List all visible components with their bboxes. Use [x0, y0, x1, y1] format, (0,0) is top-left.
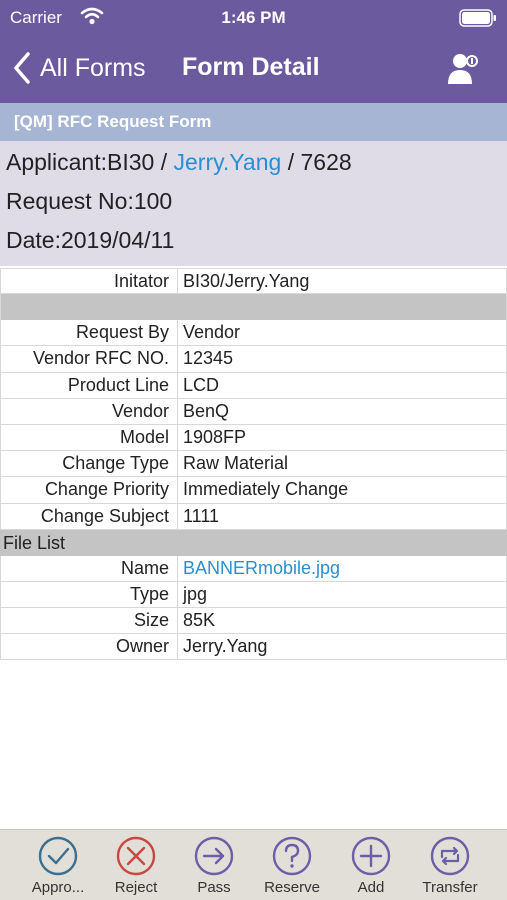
file-name-label: Name [1, 555, 178, 581]
pass-label: Pass [197, 879, 231, 896]
table-row: Product Line LCD [0, 372, 507, 399]
add-button[interactable]: Add [331, 836, 411, 898]
header: Carrier 1:46 PM All Forms Form Detail [0, 0, 507, 103]
initiator-label: Initator [1, 269, 178, 294]
transfer-button[interactable]: Transfer [410, 836, 490, 898]
form-title: [QM] RFC Request Form [14, 112, 212, 131]
field-value: 1111 [183, 505, 220, 526]
field-label: Model [1, 424, 178, 451]
file-size-label: Size [1, 608, 178, 634]
back-label: All Forms [40, 53, 146, 82]
question-circle-icon [272, 836, 312, 876]
status-bar: Carrier 1:46 PM [0, 0, 507, 36]
field-label: Vendor [1, 398, 178, 424]
table-row: Vendor BenQ [0, 398, 507, 425]
form-title-bar: [QM] RFC Request Form [0, 103, 507, 141]
initiator-value: BI30/Jerry.Yang [183, 271, 310, 291]
approve-button[interactable]: Appro... [18, 836, 98, 898]
file-owner-value: Jerry.Yang [183, 636, 268, 657]
field-label: Change Type [1, 451, 178, 477]
file-type-value: jpg [183, 583, 208, 604]
reject-button[interactable]: Reject [96, 836, 176, 898]
table-row: Request By Vendor [0, 320, 507, 347]
battery-icon [459, 9, 496, 27]
clock: 1:46 PM [221, 8, 286, 27]
table-row: Model 1908FP [0, 424, 507, 452]
applicant-suffix: / 7628 [281, 149, 352, 175]
navigation-bar: All Forms Form Detail [0, 40, 507, 100]
approve-label: Appro... [31, 879, 85, 896]
field-value: Raw Material [183, 453, 289, 474]
table-row: Change Priority Immediately Change [0, 477, 507, 504]
field-label: Change Subject [1, 503, 178, 529]
file-list-header: File List [0, 529, 507, 556]
field-label: Vendor RFC NO. [1, 346, 178, 372]
table-row: Name BANNERmobile.jpg [0, 555, 507, 582]
field-value: 1908FP [183, 426, 247, 447]
reserve-button[interactable]: Reserve [252, 836, 332, 898]
chevron-left-icon [14, 52, 30, 84]
reject-label: Reject [114, 879, 158, 896]
file-size-value: 85K [183, 610, 216, 631]
section-divider [0, 294, 507, 321]
add-label: Add [357, 879, 385, 896]
table-row: Type jpg [0, 581, 507, 609]
checkmark-circle-icon [38, 836, 78, 876]
file-type-label: Type [1, 581, 178, 608]
request-date: Date:2019/04/11 [6, 227, 175, 253]
plus-circle-icon [351, 836, 391, 876]
user-settings-icon[interactable] [445, 50, 481, 86]
pass-button[interactable]: Pass [174, 836, 254, 898]
field-value: BenQ [183, 400, 230, 421]
table-row: Size 85K [0, 608, 507, 635]
transfer-label: Transfer [422, 879, 478, 896]
transfer-cycle-icon [430, 836, 470, 876]
field-label: Request By [1, 320, 178, 346]
table-row: Vendor RFC NO. 12345 [0, 346, 507, 373]
applicant-prefix: Applicant:BI30 / [6, 149, 174, 175]
arrow-right-circle-icon [194, 836, 234, 876]
file-name-link[interactable]: BANNERmobile.jpg [178, 556, 506, 581]
field-value: 12345 [183, 348, 234, 369]
reserve-label: Reserve [264, 879, 320, 896]
field-value: Vendor [183, 322, 241, 343]
field-value: LCD [183, 374, 220, 395]
table-row: Owner Jerry.Yang [0, 634, 507, 661]
back-button[interactable]: All Forms [12, 50, 146, 86]
x-circle-icon [116, 836, 156, 876]
applicant-line: Applicant:BI30 / Jerry.Yang / 7628 [6, 149, 352, 176]
applicant-name-link[interactable]: Jerry.Yang [174, 149, 282, 175]
request-number: Request No:100 [6, 188, 173, 214]
page-title: Form Detail [182, 53, 320, 81]
field-label: Change Priority [1, 477, 178, 503]
table-row: Change Type Raw Material [0, 451, 507, 478]
file-owner-label: Owner [1, 634, 178, 660]
detail-table: Initator BI30/Jerry.Yang Request By Vend… [0, 268, 507, 661]
form-summary: Applicant:BI30 / Jerry.Yang / 7628 Reque… [0, 141, 507, 266]
table-row: Change Subject 1111 [0, 503, 507, 530]
field-label: Product Line [1, 372, 178, 398]
field-value: Immediately Change [183, 479, 349, 500]
table-row: Initator BI30/Jerry.Yang [0, 268, 507, 295]
action-toolbar: Appro... Reject Pass Reserve Add Transfe… [0, 829, 507, 900]
